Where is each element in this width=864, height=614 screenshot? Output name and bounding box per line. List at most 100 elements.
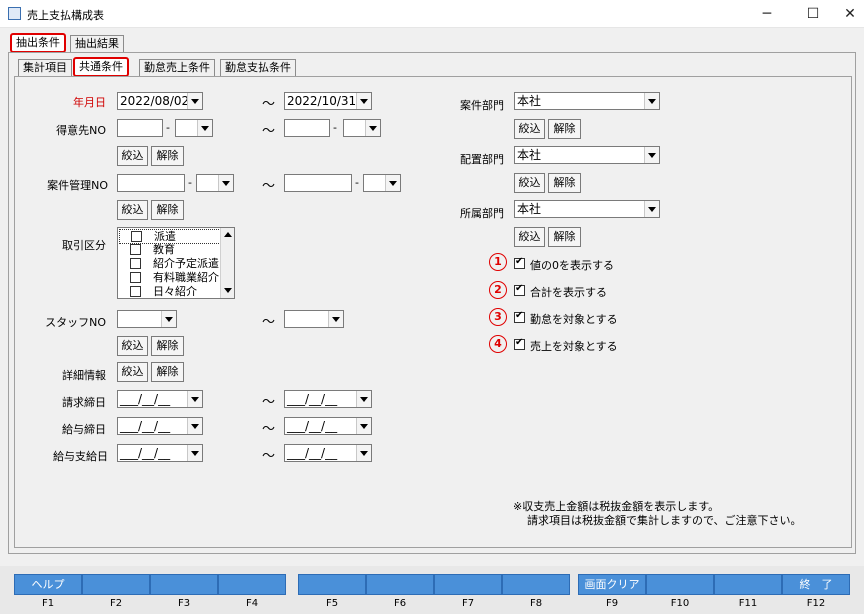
salary-pay-label: 給与支給日: [53, 450, 108, 463]
billing-close-to-combo[interactable]: ___/__/__: [284, 390, 372, 408]
chevron-down-icon: [187, 391, 202, 407]
function-key-number: F11: [738, 598, 758, 609]
app-icon: [8, 7, 21, 20]
chevron-down-icon: [328, 311, 343, 327]
project-dept-narrow-button[interactable]: 絞込: [514, 119, 545, 139]
title-bar: 売上支払構成表 ─ ☐ ✕: [0, 0, 864, 28]
chevron-down-icon[interactable]: [224, 288, 232, 293]
salary-pay-from-combo[interactable]: ___/__/__: [117, 444, 203, 462]
checkbox[interactable]: [131, 231, 142, 242]
list-item[interactable]: 紹介予定派遣: [118, 257, 221, 270]
dash: -: [333, 121, 337, 134]
checkbox[interactable]: [130, 286, 141, 297]
list-item[interactable]: 日々紹介: [118, 285, 221, 298]
list-scrollbar[interactable]: [220, 228, 234, 298]
customer-no-from-input[interactable]: [117, 119, 163, 137]
assign-dept-combo[interactable]: 本社: [514, 146, 660, 164]
list-item[interactable]: 教育: [118, 243, 221, 256]
staff-no-from-combo[interactable]: [117, 310, 177, 328]
function-key-number: F9: [605, 598, 619, 609]
customer-no-to-input[interactable]: [284, 119, 330, 137]
maximize-button[interactable]: ☐: [790, 0, 836, 28]
salary-close-from-combo[interactable]: ___/__/__: [117, 417, 203, 435]
staff-release-button[interactable]: 解除: [151, 336, 184, 356]
chevron-down-icon: [187, 445, 202, 461]
function-key-f2[interactable]: [82, 574, 150, 595]
function-key-f10[interactable]: [646, 574, 714, 595]
customer-narrow-button[interactable]: 絞込: [117, 146, 148, 166]
function-key-f7[interactable]: [434, 574, 502, 595]
date-from-combo[interactable]: 2022/08/02: [117, 92, 203, 110]
transaction-type-list[interactable]: 派遣 教育 紹介予定派遣 有料職業紹介 日々紹介: [117, 227, 235, 299]
project-narrow-button[interactable]: 絞込: [117, 200, 148, 220]
chevron-down-icon: [356, 445, 371, 461]
salary-pay-to-combo[interactable]: ___/__/__: [284, 444, 372, 462]
customer-branch-to-combo[interactable]: [343, 119, 381, 137]
show-total-label: 合計を表示する: [530, 286, 607, 299]
project-release-button[interactable]: 解除: [151, 200, 184, 220]
tab-summary-items[interactable]: 集計項目: [18, 59, 72, 77]
function-key-f3[interactable]: [150, 574, 218, 595]
function-key-f4[interactable]: [218, 574, 286, 595]
project-branch-from-combo[interactable]: [196, 174, 234, 192]
function-key-f5[interactable]: [298, 574, 366, 595]
tab-extract-results[interactable]: 抽出結果: [70, 35, 124, 53]
belong-dept-combo[interactable]: 本社: [514, 200, 660, 218]
customer-branch-from-combo[interactable]: [175, 119, 213, 137]
billing-close-from-combo[interactable]: ___/__/__: [117, 390, 203, 408]
note-line-2: 請求項目は税抜金額で集計しますので、ご注意下さい。: [527, 514, 802, 527]
function-key-f11[interactable]: [714, 574, 782, 595]
chevron-up-icon[interactable]: [224, 232, 232, 237]
salary-close-label: 給与締日: [62, 423, 106, 436]
tab-attendance-sales[interactable]: 勤怠売上条件: [139, 59, 215, 77]
checkbox[interactable]: [130, 258, 141, 269]
function-key-f9[interactable]: 画面クリア: [578, 574, 646, 595]
minimize-button[interactable]: ─: [744, 0, 790, 28]
close-button[interactable]: ✕: [836, 0, 864, 28]
belong-dept-label: 所属部門: [460, 207, 504, 220]
show-zero-checkbox[interactable]: [514, 256, 525, 269]
include-sales-label: 売上を対象とする: [530, 340, 618, 353]
customer-release-button[interactable]: 解除: [151, 146, 184, 166]
list-item[interactable]: 派遣: [119, 229, 223, 244]
function-key-f6[interactable]: [366, 574, 434, 595]
belong-dept-narrow-button[interactable]: 絞込: [514, 227, 545, 247]
detail-narrow-button[interactable]: 絞込: [117, 362, 148, 382]
function-key-f1[interactable]: ヘルプ: [14, 574, 82, 595]
show-total-checkbox[interactable]: [514, 283, 525, 296]
chevron-down-icon: [161, 311, 176, 327]
list-item[interactable]: 有料職業紹介: [118, 271, 221, 284]
annotation-number: 3: [489, 308, 507, 326]
function-key-f12[interactable]: 終 了: [782, 574, 850, 595]
belong-dept-release-button[interactable]: 解除: [548, 227, 581, 247]
project-branch-to-combo[interactable]: [363, 174, 401, 192]
assign-dept-release-button[interactable]: 解除: [548, 173, 581, 193]
tab-extract-conditions[interactable]: 抽出条件: [10, 33, 66, 53]
include-sales-checkbox[interactable]: [514, 337, 525, 350]
annotation-number: 4: [489, 335, 507, 353]
checkbox[interactable]: [130, 244, 141, 255]
billing-close-label: 請求締日: [62, 396, 106, 409]
staff-narrow-button[interactable]: 絞込: [117, 336, 148, 356]
project-no-from-input[interactable]: [117, 174, 185, 192]
checkbox[interactable]: [130, 272, 141, 283]
project-dept-release-button[interactable]: 解除: [548, 119, 581, 139]
function-key-f8[interactable]: [502, 574, 570, 595]
customer-no-label: 得意先NO: [56, 124, 106, 137]
tab-common-conditions[interactable]: 共通条件: [73, 57, 129, 77]
chevron-down-icon: [218, 175, 233, 191]
project-dept-combo[interactable]: 本社: [514, 92, 660, 110]
date-to-combo[interactable]: 2022/10/31: [284, 92, 372, 110]
detail-release-button[interactable]: 解除: [151, 362, 184, 382]
function-key-number: F3: [177, 598, 191, 609]
salary-close-to-combo[interactable]: ___/__/__: [284, 417, 372, 435]
staff-no-to-combo[interactable]: [284, 310, 344, 328]
function-key-number: F6: [393, 598, 407, 609]
assign-dept-narrow-button[interactable]: 絞込: [514, 173, 545, 193]
project-no-to-input[interactable]: [284, 174, 352, 192]
function-key-number: F7: [461, 598, 475, 609]
chevron-down-icon: [644, 201, 659, 217]
detail-info-label: 詳細情報: [62, 369, 106, 382]
tab-attendance-payment[interactable]: 勤怠支払条件: [220, 59, 296, 77]
include-attendance-checkbox[interactable]: [514, 310, 525, 323]
